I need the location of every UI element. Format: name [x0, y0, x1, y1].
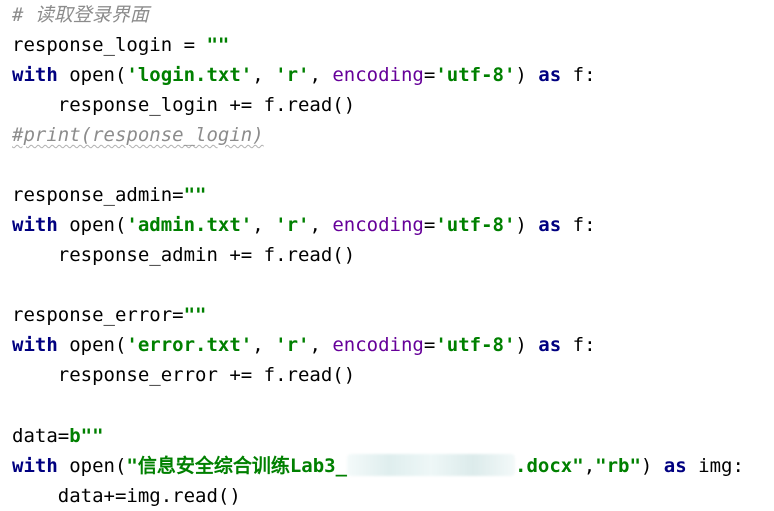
code-token: open( [57, 334, 127, 356]
code-token: with [12, 455, 58, 477]
code-token: #print(response_login) [12, 124, 264, 146]
code-token: ) [515, 334, 539, 356]
code-token: with [12, 214, 58, 236]
code-token: , [309, 214, 333, 236]
code-token: f: [561, 214, 596, 236]
code-token: encoding [332, 214, 424, 236]
code-line-17[interactable]: data+=img.read() [12, 481, 241, 511]
code-line-8[interactable]: with open('admin.txt', 'r', encoding='ut… [12, 210, 596, 240]
code-token: as [663, 455, 687, 477]
code-token: response_admin += f.read() [12, 244, 356, 266]
code-token: 'utf-8' [435, 64, 516, 86]
code-token: 'utf-8' [435, 214, 516, 236]
code-line-9[interactable]: response_admin += f.read() [12, 240, 355, 270]
code-token: , [252, 334, 276, 356]
code-line-15[interactable]: data=b"" [12, 421, 104, 451]
redacted-filename-segment [347, 454, 516, 476]
code-token: open( [57, 64, 127, 86]
code-token: response_admin= [12, 184, 184, 206]
code-token: img: [686, 455, 744, 477]
code-token: "信息安全综合训练Lab3_ [126, 455, 348, 477]
code-token: encoding [332, 334, 424, 356]
code-token: as [538, 334, 562, 356]
code-token: "" [183, 304, 207, 326]
code-token: 'r' [275, 214, 310, 236]
code-token: open( [57, 214, 127, 236]
code-editor[interactable]: # 读取登录界面 response_login = "" with open('lo… [0, 0, 774, 509]
code-token: ) [640, 455, 664, 477]
code-token: with [12, 64, 58, 86]
code-token: 'r' [275, 64, 310, 86]
code-token: f: [561, 334, 596, 356]
code-token: , [252, 214, 276, 236]
code-token: b"" [69, 425, 104, 447]
code-token: "" [206, 34, 230, 56]
code-token: data+=img.read() [12, 485, 241, 507]
code-token: f: [561, 64, 596, 86]
code-token: 'r' [275, 334, 310, 356]
code-token: = [423, 334, 436, 356]
code-token: , [583, 455, 596, 477]
code-token: as [538, 214, 562, 236]
code-token: , [309, 334, 333, 356]
code-token: # 读取登录界面 [12, 4, 149, 26]
code-line-5[interactable]: #print(response_login) [12, 120, 264, 150]
code-line-1[interactable]: # 读取登录界面 [12, 0, 149, 30]
code-token: response_login += f.read() [12, 94, 356, 116]
code-line-7[interactable]: response_admin="" [12, 180, 206, 210]
code-line-16[interactable]: with open("信息安全综合训练Lab3_ .docx","rb") as … [12, 451, 744, 481]
code-token: = [423, 64, 436, 86]
code-token: 'utf-8' [435, 334, 516, 356]
code-token: , [252, 64, 276, 86]
code-token: .docx" [515, 455, 584, 477]
code-token: with [12, 334, 58, 356]
code-token: , [309, 64, 333, 86]
code-line-12[interactable]: with open('error.txt', 'r', encoding='ut… [12, 330, 596, 360]
code-token: "rb" [595, 455, 641, 477]
code-token: open( [57, 455, 127, 477]
code-token: = [423, 214, 436, 236]
code-token: 'admin.txt' [126, 214, 253, 236]
code-line-11[interactable]: response_error="" [12, 300, 206, 330]
code-token: data= [12, 425, 70, 447]
code-token: encoding [332, 64, 424, 86]
code-token: as [538, 64, 562, 86]
code-line-4[interactable]: response_login += f.read() [12, 90, 355, 120]
code-line-2[interactable]: response_login = "" [12, 30, 229, 60]
code-token: 'login.txt' [126, 64, 253, 86]
code-line-3[interactable]: with open('login.txt', 'r', encoding='ut… [12, 60, 596, 90]
code-token: response_error= [12, 304, 184, 326]
code-token: "" [183, 184, 207, 206]
code-token: ) [515, 214, 539, 236]
code-token: 'error.txt' [126, 334, 253, 356]
code-line-13[interactable]: response_error += f.read() [12, 360, 355, 390]
code-token: ) [515, 64, 539, 86]
code-token: response_error += f.read() [12, 364, 356, 386]
code-token: response_login = [12, 34, 207, 56]
